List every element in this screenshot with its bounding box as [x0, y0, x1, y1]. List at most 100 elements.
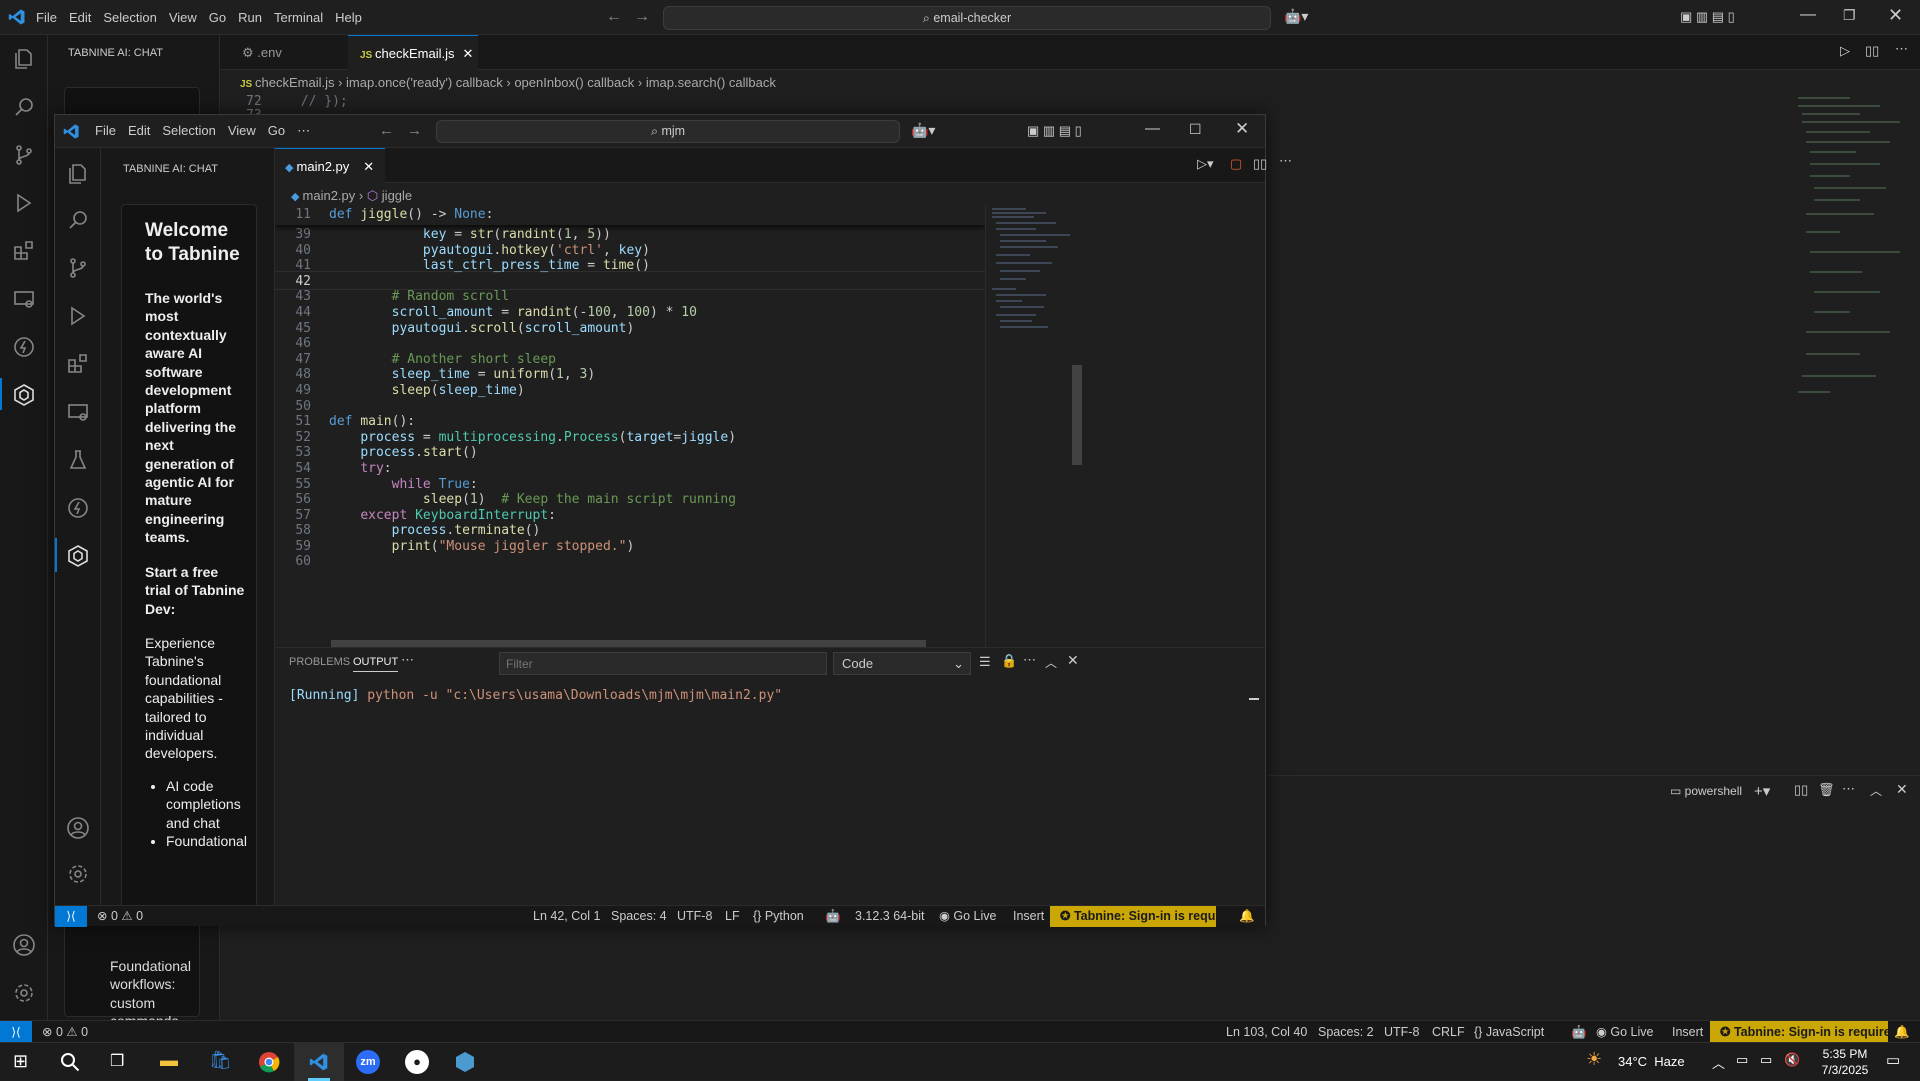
tabnine-status[interactable]: ✪ Tabnine: Sign-in is required	[1710, 1021, 1898, 1043]
menu-file[interactable]: File	[30, 0, 63, 35]
cursor-position[interactable]: Ln 103, Col 40	[1226, 1021, 1307, 1043]
menu-view[interactable]: View	[222, 114, 262, 147]
tab-problems[interactable]: PROBLEMS	[289, 656, 350, 668]
menu-help[interactable]: Help	[329, 0, 368, 35]
breadcrumb-item[interactable]: jiggle	[382, 188, 412, 203]
search-icon[interactable]	[12, 95, 36, 119]
tabnine-icon[interactable]	[66, 544, 90, 568]
tab-close-icon[interactable]: ✕	[462, 46, 473, 61]
maximize-icon[interactable]: ☐	[1189, 121, 1202, 138]
run-debug-icon[interactable]	[66, 304, 90, 328]
horizontal-scrollbar[interactable]	[331, 640, 926, 647]
encoding[interactable]: UTF-8	[677, 906, 712, 927]
inner-command-center[interactable]: ⌕ mjm	[436, 120, 900, 143]
problems-status[interactable]: ⊗ 0 ⚠ 0	[42, 1021, 88, 1043]
maximize-panel-icon[interactable]: ︿	[1045, 654, 1057, 671]
source-control-icon[interactable]	[66, 256, 90, 280]
tab-output[interactable]: OUTPUT	[353, 656, 399, 672]
minimize-icon[interactable]: —	[1145, 120, 1160, 137]
output-filter-input[interactable]	[499, 652, 827, 675]
tab-env[interactable]: ⚙ .env	[230, 35, 352, 70]
store-icon[interactable]: 🛍	[209, 1050, 232, 1071]
windows-start-icon[interactable]: ⊞	[13, 1051, 28, 1072]
run-debug-icon[interactable]	[12, 191, 36, 215]
lightning-icon[interactable]	[12, 335, 36, 359]
inner-editor[interactable]: 11 def jiggle() -> None: 39 key = str(ra…	[275, 205, 985, 647]
copilot-status-icon[interactable]: 🤖	[1571, 1021, 1587, 1043]
menu-view[interactable]: View	[163, 0, 203, 35]
close-panel-icon[interactable]: ✕	[1067, 652, 1079, 669]
clear-output-icon[interactable]: ☰	[979, 654, 991, 670]
display-icon[interactable]: ▭	[1760, 1052, 1772, 1068]
volume-icon[interactable]: 🔇	[1784, 1052, 1800, 1068]
back-arrow-icon[interactable]: ←	[379, 122, 394, 139]
notifications-bell-icon[interactable]: 🔔	[1894, 1021, 1910, 1043]
encoding[interactable]: UTF-8	[1384, 1021, 1419, 1043]
source-control-icon[interactable]	[12, 143, 36, 167]
search-icon[interactable]	[66, 208, 90, 232]
tab-close-icon[interactable]: ✕	[363, 159, 374, 174]
terminal-selector[interactable]: ▭ powershell	[1670, 784, 1742, 798]
tab-checkemail[interactable]: JS checkEmail.js ✕	[348, 35, 478, 70]
file-explorer-icon[interactable]: ▬	[160, 1050, 178, 1071]
zoom-icon[interactable]: zm	[356, 1050, 380, 1074]
settings-gear-icon[interactable]	[66, 862, 90, 886]
trash-icon[interactable]: 🗑	[1818, 782, 1835, 798]
explorer-icon[interactable]	[12, 47, 36, 71]
language-mode[interactable]: {} JavaScript	[1474, 1021, 1544, 1043]
layout-icons[interactable]: ▣ ▥ ▤ ▯	[1027, 123, 1082, 139]
extensions-icon[interactable]	[12, 239, 36, 263]
tabnine-icon[interactable]	[12, 383, 36, 407]
close-icon[interactable]: ✕	[1888, 5, 1903, 26]
line-ending[interactable]: CRLF	[1432, 1021, 1465, 1043]
cursor-position[interactable]: Ln 42, Col 1	[533, 906, 600, 927]
go-live[interactable]: ◉ Go Live	[1596, 1021, 1653, 1043]
copilot-icon[interactable]: 🤖▾	[1284, 8, 1308, 25]
chrome-icon[interactable]	[258, 1051, 280, 1073]
layout-icons[interactable]: ▣ ▥ ▤ ▯	[1680, 9, 1735, 25]
go-live[interactable]: ◉ Go Live	[939, 906, 996, 927]
line-ending[interactable]: LF	[725, 906, 740, 927]
breadcrumb-item[interactable]: checkEmail.js	[255, 75, 334, 90]
breadcrumb-item[interactable]: openInbox() callback	[514, 75, 634, 90]
problems-status[interactable]: ⊗ 0 ⚠ 0	[97, 906, 143, 927]
remote-explorer-icon[interactable]	[66, 400, 90, 424]
close-panel-icon[interactable]: ✕	[1896, 781, 1908, 798]
menu-terminal[interactable]: Terminal	[268, 0, 329, 35]
run-python-icon[interactable]: ▷▾	[1197, 156, 1214, 172]
indentation[interactable]: Spaces: 2	[1318, 1021, 1374, 1043]
more-actions-icon[interactable]: ⋯	[1279, 153, 1292, 169]
more-actions-icon[interactable]: ⋯	[1895, 41, 1908, 57]
remote-indicator-icon[interactable]: ⟩⟨	[0, 1021, 32, 1043]
weather-icon[interactable]: ☀	[1586, 1049, 1602, 1070]
menu-edit[interactable]: Edit	[63, 0, 97, 35]
extensions-icon[interactable]	[66, 352, 90, 376]
remote-explorer-icon[interactable]	[12, 287, 36, 311]
forward-arrow-icon[interactable]: →	[634, 8, 650, 26]
indentation[interactable]: Spaces: 4	[611, 906, 667, 927]
back-arrow-icon[interactable]: ←	[606, 8, 622, 26]
task-view-icon[interactable]: ❒	[110, 1051, 124, 1071]
outer-command-center[interactable]: ⌕ email-checker	[663, 6, 1271, 30]
search-icon[interactable]	[60, 1052, 80, 1072]
menu-edit[interactable]: Edit	[122, 114, 156, 147]
vscode-taskbar-item[interactable]	[294, 1043, 344, 1081]
chevron-up-icon[interactable]: ︿	[1712, 1053, 1725, 1072]
menu-selection[interactable]: Selection	[97, 0, 162, 35]
menu-go[interactable]: Go	[203, 0, 232, 35]
copilot-status-icon[interactable]: 🤖	[825, 906, 841, 927]
restore-icon[interactable]: ❐	[1843, 7, 1856, 24]
menu-file[interactable]: File	[89, 114, 122, 147]
clock[interactable]: 5:35 PM 7/3/2025	[1810, 1046, 1880, 1078]
language-mode[interactable]: {} Python	[753, 906, 804, 927]
outer-minimap[interactable]	[1790, 92, 1910, 402]
remote-indicator-icon[interactable]: ⟩⟨	[55, 906, 87, 927]
settings-gear-icon[interactable]	[12, 981, 36, 1005]
inner-minimap[interactable]	[985, 205, 1082, 647]
more-actions-icon[interactable]: ⋯	[1842, 781, 1855, 797]
sticky-scroll-line[interactable]: 11 def jiggle() -> None:	[275, 205, 985, 225]
menu-selection[interactable]: Selection	[156, 114, 221, 147]
account-icon[interactable]	[12, 933, 36, 957]
network-icon[interactable]: ▭	[1736, 1052, 1748, 1068]
output-channel-select[interactable]: Code ⌄	[833, 652, 971, 675]
